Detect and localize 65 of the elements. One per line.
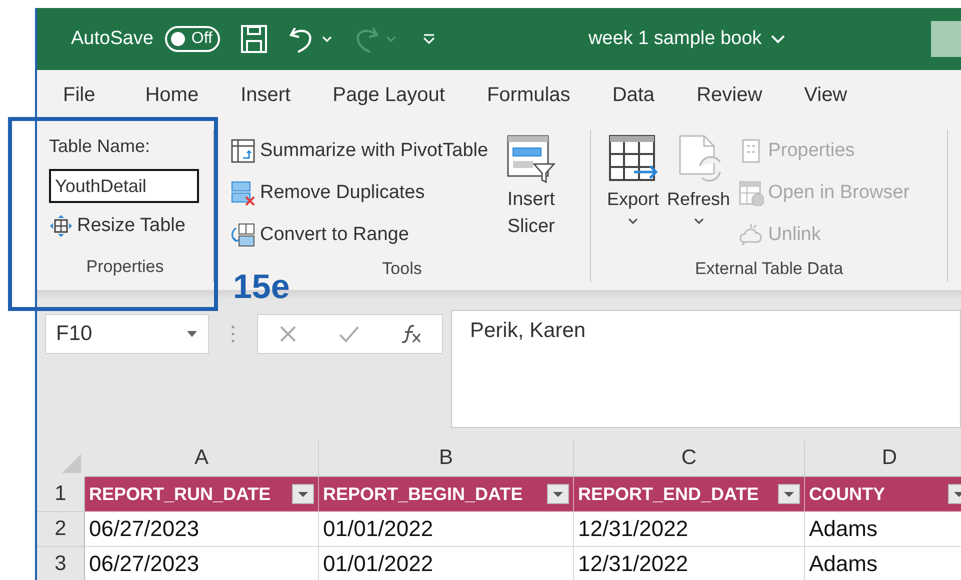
row-header[interactable]: 1 bbox=[37, 477, 85, 512]
slicer-icon bbox=[506, 134, 556, 184]
row-header[interactable]: 3 bbox=[37, 547, 85, 580]
table-cell: 12/31/2022 bbox=[574, 547, 805, 580]
resize-icon bbox=[49, 214, 73, 238]
column-header[interactable]: A bbox=[85, 440, 319, 477]
table-export-icon bbox=[608, 134, 658, 184]
table-header-cell-text: REPORT_END_DATE bbox=[578, 483, 759, 506]
filter-dropdown-icon[interactable] bbox=[778, 484, 800, 504]
tool-button[interactable]: Convert to Range bbox=[230, 216, 488, 254]
autosave-label: AutoSave bbox=[71, 28, 154, 50]
filter-dropdown-icon[interactable] bbox=[292, 484, 314, 504]
filter-dropdown-icon[interactable] bbox=[547, 484, 569, 504]
menu-tab[interactable]: File bbox=[63, 75, 116, 115]
table-name-field[interactable]: YouthDetail bbox=[49, 169, 199, 203]
table-cell: 01/01/2022 bbox=[319, 512, 574, 547]
table-globe-icon bbox=[738, 180, 764, 206]
table-cell: Adams bbox=[805, 512, 961, 547]
menu-tab[interactable]: Review bbox=[696, 75, 782, 115]
menu-tab[interactable]: View bbox=[804, 75, 868, 115]
convert-icon bbox=[230, 222, 256, 248]
column-header[interactable]: D bbox=[805, 440, 961, 477]
annotation-label: 15e bbox=[233, 268, 290, 307]
group-label: External Table Data bbox=[694, 258, 844, 280]
table-name-label: Table Name: bbox=[49, 136, 152, 157]
menu-tab[interactable]: Home bbox=[145, 75, 219, 115]
group-label: Tools bbox=[382, 258, 422, 280]
table-cell: 01/01/2022 bbox=[319, 547, 574, 580]
menu-tab[interactable]: Formulas bbox=[486, 75, 590, 115]
resize-table-button[interactable]: Resize Table bbox=[49, 207, 213, 245]
group-label: Properties bbox=[86, 256, 164, 278]
customize-icon[interactable] bbox=[422, 32, 436, 46]
table-header-cell-text: REPORT_RUN_DATE bbox=[89, 483, 271, 506]
menu-tab[interactable]: Insert bbox=[240, 75, 311, 115]
save-icon[interactable] bbox=[240, 24, 268, 54]
table-cell: Adams bbox=[805, 547, 961, 580]
chevron-icon bbox=[770, 34, 786, 44]
cloud-unlink-icon bbox=[738, 222, 764, 248]
name-box[interactable]: F10 bbox=[45, 314, 209, 354]
table-header-cell-text: REPORT_BEGIN_DATE bbox=[323, 483, 523, 506]
table-cell: 12/31/2022 bbox=[574, 512, 805, 547]
menu-tab[interactable]: Page Layout bbox=[332, 75, 465, 115]
check-icon[interactable] bbox=[338, 324, 360, 344]
tool-button[interactable]: Remove Duplicates bbox=[230, 174, 488, 212]
row-header[interactable]: 2 bbox=[37, 512, 85, 547]
grip-icon bbox=[231, 324, 235, 344]
refresh-button[interactable]: Refresh bbox=[667, 134, 730, 254]
insert-slicer-button[interactable]: Insert Slicer bbox=[506, 134, 556, 254]
column-header[interactable]: C bbox=[574, 440, 805, 477]
remove-duplicates-icon bbox=[230, 180, 256, 206]
menu-tab[interactable]: Data bbox=[612, 75, 675, 115]
function-icon[interactable] bbox=[400, 324, 422, 344]
dropdown-icon bbox=[186, 330, 198, 338]
table-header-cell-text: COUNTY bbox=[809, 483, 885, 506]
autosave-toggle[interactable]: Off bbox=[165, 26, 220, 52]
formula-field[interactable]: Perik, Karen bbox=[451, 310, 961, 428]
caret-icon bbox=[627, 217, 640, 225]
table-cell: 06/27/2023 bbox=[85, 512, 319, 547]
export-button[interactable]: Export bbox=[607, 134, 660, 254]
document-title[interactable]: week 1 sample book bbox=[588, 28, 786, 50]
column-header[interactable]: B bbox=[319, 440, 574, 477]
caret-icon bbox=[692, 217, 705, 225]
pivot-table-icon bbox=[230, 138, 256, 164]
table-cell: 06/27/2023 bbox=[85, 547, 319, 580]
tool-button[interactable]: Summarize with PivotTable bbox=[230, 132, 488, 170]
